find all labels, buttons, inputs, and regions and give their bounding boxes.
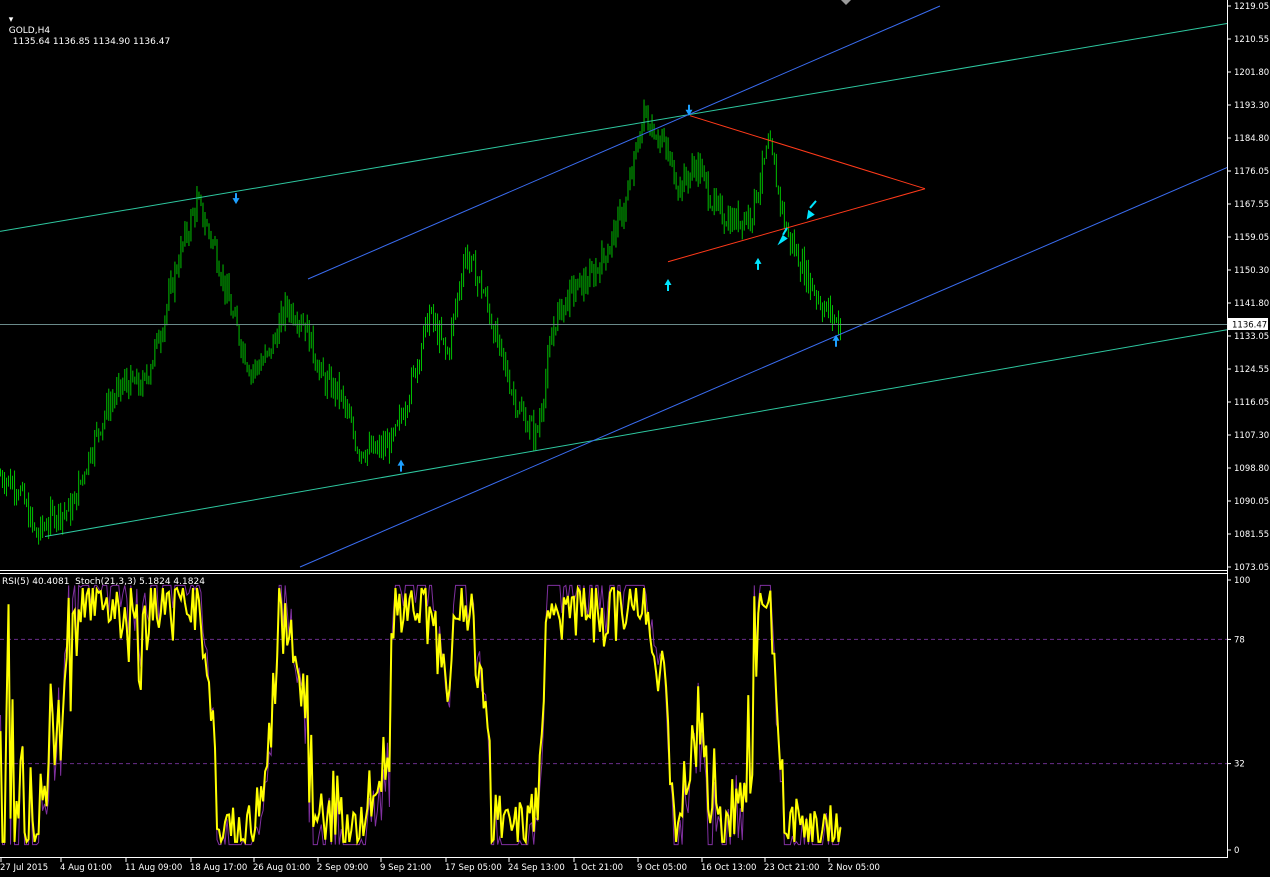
price-tick-label: 1219.05 (1234, 2, 1269, 12)
upper-channel-line[interactable] (0, 22, 1228, 232)
time-tick-label: 24 Sep 13:00 (508, 863, 565, 873)
current-price-label: 1136.47 (1232, 321, 1267, 331)
price-tick-label: 1141.80 (1234, 299, 1269, 309)
price-tick-label: 1159.05 (1234, 233, 1269, 243)
price-tick-label: 1150.30 (1234, 266, 1269, 276)
buy-arrow-icon (754, 257, 762, 270)
dropdown-icon[interactable]: ▾ (9, 15, 14, 25)
indicator-series (0, 584, 842, 846)
sell-arrow-icon (806, 200, 817, 220)
price-tick-label: 1098.80 (1234, 464, 1269, 474)
ohlc-label: 1135.64 1136.85 1134.90 1136.47 (12, 37, 171, 47)
price-tick-label: 1124.55 (1234, 365, 1269, 375)
indicator-tick-label: 32 (1234, 760, 1245, 770)
buy-arrow-icon (397, 459, 405, 472)
price-tick-label: 1081.55 (1234, 530, 1269, 540)
time-tick-label: 2 Nov 05:00 (828, 863, 880, 873)
buy-arrow-icon (664, 279, 672, 292)
shift-marker-icon[interactable] (841, 0, 851, 5)
rsi-line (0, 584, 842, 846)
time-tick-label: 27 Jul 2015 (0, 863, 48, 873)
price-tick-label: 1201.80 (1234, 68, 1269, 78)
time-tick-label: 9 Sep 21:00 (380, 863, 431, 873)
time-tick-label: 1 Oct 21:00 (573, 863, 623, 873)
upper-blue-trendline[interactable] (307, 5, 941, 280)
price-tick-label: 1090.05 (1234, 497, 1269, 507)
candlestick-series (0, 99, 841, 545)
time-tick-label: 16 Oct 13:00 (701, 863, 756, 873)
price-tick-label: 1167.55 (1234, 200, 1269, 210)
time-tick-label: 26 Aug 01:00 (253, 863, 310, 873)
price-tick-label: 1107.30 (1234, 431, 1269, 441)
sell-arrow-icon (232, 193, 240, 205)
triangle-upper-line[interactable] (689, 115, 926, 190)
time-tick-label: 18 Aug 17:00 (190, 863, 247, 873)
lower-channel-line[interactable] (44, 329, 1228, 537)
price-tick-label: 1073.05 (1234, 563, 1269, 573)
price-axis: 1219.05 1210.55 1201.80 1193.30 1184.80 1176.… (1227, 2, 1269, 573)
chart-canvas[interactable]: 1219.05 1210.55 1201.80 1193.30 1184.80 1176.… (0, 0, 1270, 877)
time-tick-label: 4 Aug 01:00 (60, 863, 112, 873)
time-tick-label: 23 Oct 21:00 (764, 863, 819, 873)
signal-arrows (232, 104, 840, 472)
time-tick-label: 11 Aug 09:00 (125, 863, 182, 873)
indicator-tick-label: 100 (1234, 576, 1250, 586)
frame (0, 0, 1228, 858)
indicator-axis: 100 78 32 0 (1227, 576, 1250, 856)
price-tick-label: 1210.55 (1234, 35, 1269, 45)
price-tick-label: 1133.05 (1234, 332, 1269, 342)
time-tick-label: 2 Sep 09:00 (317, 863, 368, 873)
price-tick-label: 1193.30 (1234, 101, 1269, 111)
price-tick-label: 1176.05 (1234, 167, 1269, 177)
time-tick-label: 17 Sep 05:00 (445, 863, 502, 873)
trendlines[interactable] (0, 5, 1228, 568)
indicator-tick-label: 0 (1234, 846, 1239, 856)
lower-blue-trendline[interactable] (299, 167, 1228, 568)
price-tick-label: 1116.05 (1234, 398, 1269, 408)
indicator-levels (0, 638, 1227, 765)
buy-arrow-icon (832, 334, 840, 347)
time-axis: 27 Jul 2015 4 Aug 01:00 11 Aug 09:00 18 Aug… (0, 858, 880, 873)
chart-header: ▾ GOLD,H4 1135.64 1136.85 1134.90 1136.4… (3, 4, 170, 48)
indicator-header: RSI(5) 40.4081 Stoch(21,3,3) 5.1824 4.18… (2, 577, 205, 587)
price-tick-label: 1184.80 (1234, 134, 1269, 144)
time-tick-label: 9 Oct 05:00 (637, 863, 687, 873)
symbol-label: GOLD,H4 (8, 26, 51, 36)
indicator-tick-label: 78 (1234, 635, 1245, 645)
